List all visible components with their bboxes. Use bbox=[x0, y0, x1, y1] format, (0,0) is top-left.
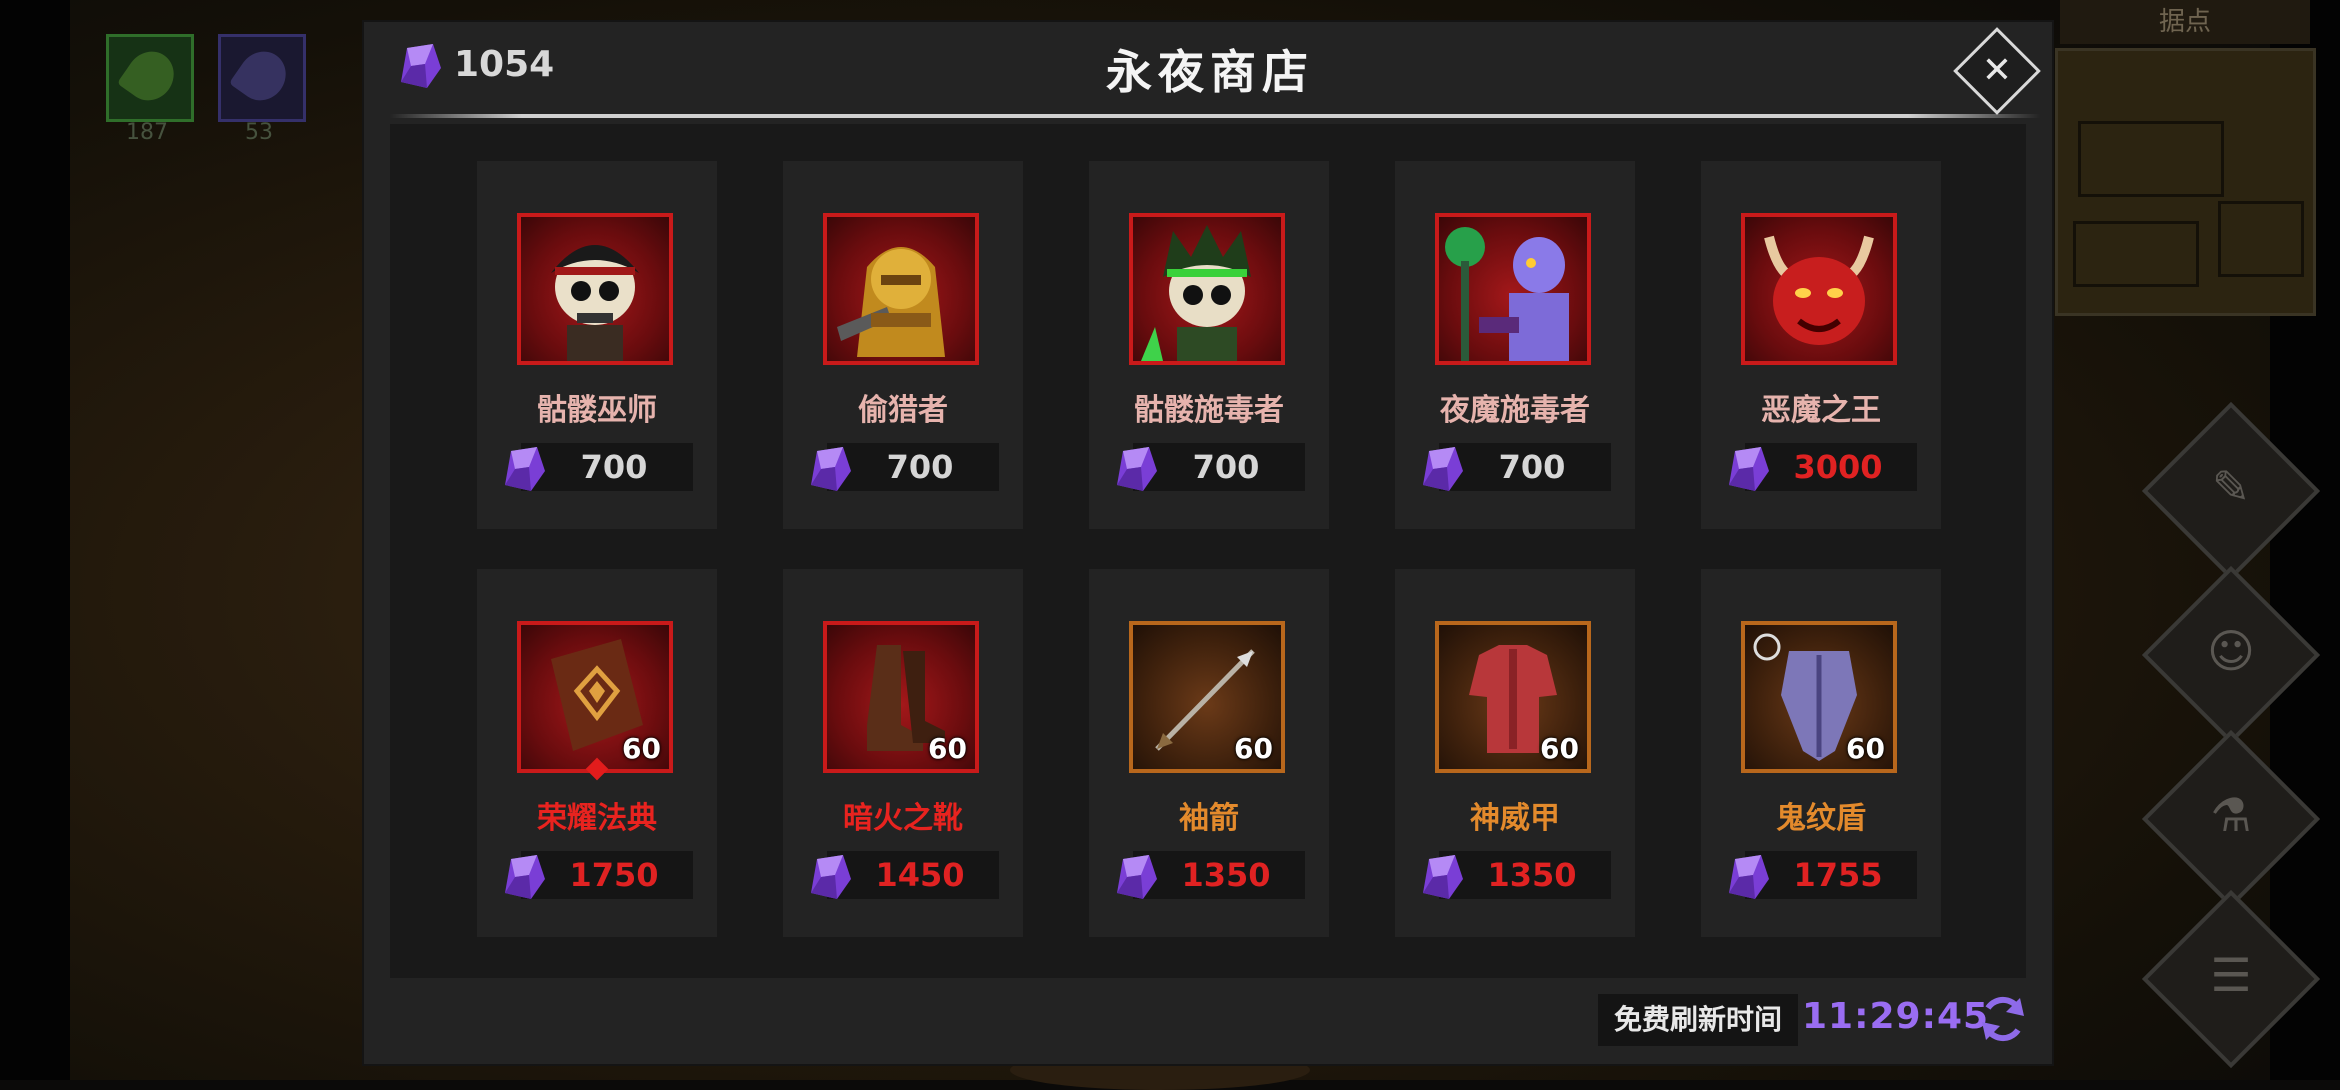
glory-codex-portrait: 60 bbox=[517, 621, 673, 773]
item-price: 1755 bbox=[1793, 856, 1883, 894]
purple-gem-icon bbox=[401, 44, 441, 88]
item-name: 袖箭 bbox=[1179, 801, 1239, 836]
item-name: 荣耀法典 bbox=[537, 801, 657, 836]
item-price: 700 bbox=[886, 448, 954, 486]
demon-king-portrait bbox=[1741, 213, 1897, 365]
feather-skill-icon[interactable] bbox=[218, 34, 306, 122]
poacher-portrait bbox=[823, 213, 979, 365]
item-name: 鬼纹盾 bbox=[1776, 801, 1866, 836]
item-quantity: 60 bbox=[622, 732, 661, 765]
item-name: 骷髅巫师 bbox=[537, 393, 657, 428]
title-divider bbox=[390, 114, 2040, 118]
item-price: 1350 bbox=[1181, 856, 1271, 894]
currency-amount: 1054 bbox=[454, 44, 555, 85]
skeleton-poisoner-portrait bbox=[1129, 213, 1285, 365]
item-name: 暗火之靴 bbox=[843, 801, 963, 836]
shop-item-card[interactable]: 偷猎者 700 bbox=[783, 161, 1023, 529]
skill-count-1: 187 bbox=[126, 120, 168, 145]
item-price: 700 bbox=[1192, 448, 1260, 486]
skill-count-2: 53 bbox=[245, 120, 273, 145]
free-refresh-label: 免费刷新时间 bbox=[1598, 994, 1798, 1046]
item-name: 恶魔之王 bbox=[1761, 393, 1881, 428]
divine-armor-portrait: 60 bbox=[1435, 621, 1591, 773]
skeleton-mage-portrait bbox=[517, 213, 673, 365]
shop-item-card[interactable]: 夜魔施毒者 700 bbox=[1395, 161, 1635, 529]
sleeve-arrow-portrait: 60 bbox=[1129, 621, 1285, 773]
shop-item-card[interactable]: 60 荣耀法典 1750 bbox=[477, 569, 717, 937]
shop-title: 永夜商店 bbox=[1106, 45, 1314, 99]
shop-item-card[interactable]: 骷髅施毒者 700 bbox=[1089, 161, 1329, 529]
item-price: 700 bbox=[580, 448, 648, 486]
item-price: 1350 bbox=[1487, 856, 1577, 894]
screen-edge-left bbox=[0, 0, 70, 1080]
item-name: 骷髅施毒者 bbox=[1134, 393, 1284, 428]
item-name: 偷猎者 bbox=[858, 393, 948, 428]
leaf-skill-icon[interactable] bbox=[106, 34, 194, 122]
item-name: 神威甲 bbox=[1470, 801, 1560, 836]
item-quantity: 60 bbox=[1846, 732, 1885, 765]
item-quantity: 60 bbox=[1540, 732, 1579, 765]
shop-item-card[interactable]: 60 鬼纹盾 1755 bbox=[1701, 569, 1941, 937]
night-demon-poisoner-portrait bbox=[1435, 213, 1591, 365]
item-price: 1450 bbox=[875, 856, 965, 894]
minimap[interactable] bbox=[2055, 48, 2316, 316]
item-name: 夜魔施毒者 bbox=[1440, 393, 1590, 428]
close-icon: ✕ bbox=[1981, 50, 2013, 91]
shop-item-card[interactable]: 骷髅巫师 700 bbox=[477, 161, 717, 529]
refresh-icon[interactable] bbox=[1976, 992, 2030, 1046]
darkfire-boots-portrait: 60 bbox=[823, 621, 979, 773]
shop-item-card[interactable]: 60 神威甲 1350 bbox=[1395, 569, 1635, 937]
item-price: 700 bbox=[1498, 448, 1566, 486]
shop-item-card[interactable]: 60 暗火之靴 1450 bbox=[783, 569, 1023, 937]
item-quantity: 60 bbox=[928, 732, 967, 765]
ghost-shield-portrait: 60 bbox=[1741, 621, 1897, 773]
minimap-title: 据点 bbox=[2060, 0, 2310, 44]
item-price: 3000 bbox=[1793, 448, 1883, 486]
refresh-countdown: 11:29:45 bbox=[1802, 996, 1990, 1037]
item-quantity: 60 bbox=[1234, 732, 1273, 765]
item-price: 1750 bbox=[569, 856, 659, 894]
shop-item-card[interactable]: 60 袖箭 1350 bbox=[1089, 569, 1329, 937]
shop-item-card[interactable]: 恶魔之王 3000 bbox=[1701, 161, 1941, 529]
